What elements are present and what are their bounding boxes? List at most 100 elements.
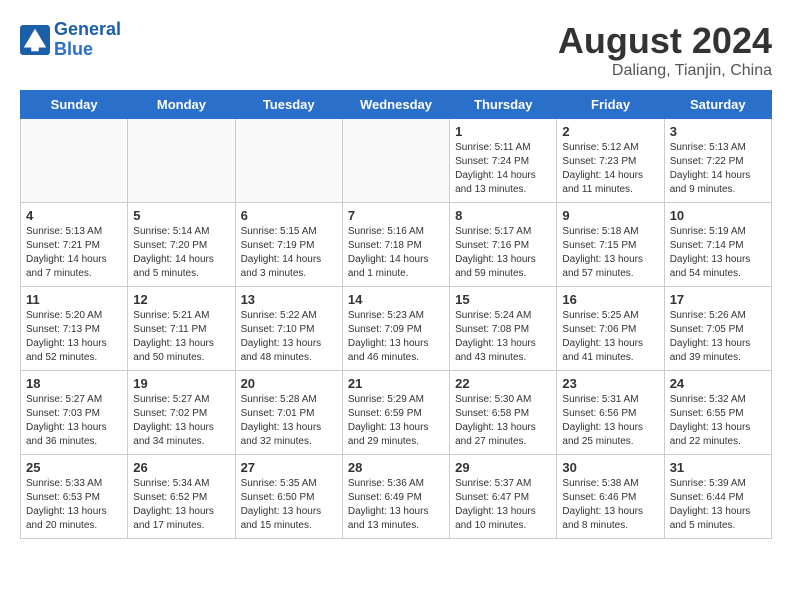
day-number: 25 (26, 460, 122, 475)
calendar-cell: 27 Sunrise: 5:35 AMSunset: 6:50 PMDayligh… (235, 455, 342, 539)
week-row-3: 11Sunrise: 5:20 AMSunset: 7:13 PMDayligh… (21, 287, 772, 371)
day-number: 26 (133, 460, 229, 475)
header-day-sunday: Sunday (21, 91, 128, 119)
day-info: Sunrise: 5:25 AMSunset: 7:06 PMDaylight:… (562, 309, 658, 365)
calendar-cell: 11Sunrise: 5:20 AMSunset: 7:13 PMDayligh… (21, 287, 128, 371)
day-info: Sunrise: 5:26 AMSunset: 7:05 PMDaylight:… (670, 309, 766, 365)
day-info: Sunrise: 5:11 AMSunset: 7:24 PMDaylight:… (455, 141, 551, 197)
day-number: 20 (241, 376, 337, 391)
page-header: General Blue August 2024 Daliang, Tianji… (20, 20, 772, 80)
day-number: 23 (562, 376, 658, 391)
calendar-cell: 8Sunrise: 5:17 AMSunset: 7:16 PMDaylight… (450, 203, 557, 287)
day-number: 6 (241, 208, 337, 223)
day-info: Sunrise: 5:19 AMSunset: 7:14 PMDaylight:… (670, 225, 766, 281)
day-info: Sunrise: 5:34 AMSunset: 6:52 PMDaylight:… (133, 477, 229, 533)
day-info: Sunrise: 5:27 AMSunset: 7:03 PMDaylight:… (26, 393, 122, 449)
calendar-cell: 22 Sunrise: 5:30 AMSunset: 6:58 PMDayligh… (450, 371, 557, 455)
calendar-cell: 13 Sunrise: 5:22 AMSunset: 7:10 PMDayligh… (235, 287, 342, 371)
logo-icon (20, 25, 50, 55)
day-number: 15 (455, 292, 551, 307)
day-info: Sunrise: 5:15 AMSunset: 7:19 PMDaylight:… (241, 225, 337, 281)
day-number: 22 (455, 376, 551, 391)
header-day-saturday: Saturday (664, 91, 771, 119)
calendar-cell: 26 Sunrise: 5:34 AMSunset: 6:52 PMDayligh… (128, 455, 235, 539)
day-info: Sunrise: 5:23 AMSunset: 7:09 PMDaylight:… (348, 309, 444, 365)
calendar-cell: 15 Sunrise: 5:24 AMSunset: 7:08 PMDayligh… (450, 287, 557, 371)
calendar-cell: 17 Sunrise: 5:26 AMSunset: 7:05 PMDayligh… (664, 287, 771, 371)
calendar-cell: 10 Sunrise: 5:19 AMSunset: 7:14 PMDayligh… (664, 203, 771, 287)
day-info: Sunrise: 5:12 AMSunset: 7:23 PMDaylight:… (562, 141, 658, 197)
day-info: Sunrise: 5:27 AMSunset: 7:02 PMDaylight:… (133, 393, 229, 449)
calendar-cell: 24 Sunrise: 5:32 AMSunset: 6:55 PMDayligh… (664, 371, 771, 455)
day-number: 10 (670, 208, 766, 223)
calendar-cell: 2Sunrise: 5:12 AMSunset: 7:23 PMDaylight… (557, 119, 664, 203)
day-info: Sunrise: 5:33 AMSunset: 6:53 PMDaylight:… (26, 477, 122, 533)
day-number: 12 (133, 292, 229, 307)
day-info: Sunrise: 5:30 AMSunset: 6:58 PMDaylight:… (455, 393, 551, 449)
header-row: SundayMondayTuesdayWednesdayThursdayFrid… (21, 91, 772, 119)
day-number: 21 (348, 376, 444, 391)
day-number: 13 (241, 292, 337, 307)
day-number: 1 (455, 124, 551, 139)
calendar-cell: 14 Sunrise: 5:23 AMSunset: 7:09 PMDayligh… (342, 287, 449, 371)
day-number: 17 (670, 292, 766, 307)
logo-line2: Blue (54, 39, 93, 59)
day-number: 9 (562, 208, 658, 223)
calendar-cell: 23 Sunrise: 5:31 AMSunset: 6:56 PMDayligh… (557, 371, 664, 455)
calendar-cell (21, 119, 128, 203)
day-info: Sunrise: 5:39 AMSunset: 6:44 PMDaylight:… (670, 477, 766, 533)
calendar-cell: 9Sunrise: 5:18 AMSunset: 7:15 PMDaylight… (557, 203, 664, 287)
calendar-cell: 5 Sunrise: 5:14 AMSunset: 7:20 PMDaylight… (128, 203, 235, 287)
calendar-cell (235, 119, 342, 203)
day-info: Sunrise: 5:31 AMSunset: 6:56 PMDaylight:… (562, 393, 658, 449)
title-block: August 2024 Daliang, Tianjin, China (558, 20, 772, 80)
calendar-cell: 6 Sunrise: 5:15 AMSunset: 7:19 PMDaylight… (235, 203, 342, 287)
logo-line1: General (54, 19, 121, 39)
day-info: Sunrise: 5:36 AMSunset: 6:49 PMDaylight:… (348, 477, 444, 533)
day-number: 28 (348, 460, 444, 475)
location: Daliang, Tianjin, China (558, 62, 772, 80)
day-info: Sunrise: 5:35 AMSunset: 6:50 PMDaylight:… (241, 477, 337, 533)
day-info: Sunrise: 5:38 AMSunset: 6:46 PMDaylight:… (562, 477, 658, 533)
day-info: Sunrise: 5:24 AMSunset: 7:08 PMDaylight:… (455, 309, 551, 365)
day-number: 11 (26, 292, 122, 307)
calendar-cell: 29 Sunrise: 5:37 AMSunset: 6:47 PMDayligh… (450, 455, 557, 539)
day-number: 24 (670, 376, 766, 391)
week-row-2: 4 Sunrise: 5:13 AMSunset: 7:21 PMDaylight… (21, 203, 772, 287)
calendar-cell: 25 Sunrise: 5:33 AMSunset: 6:53 PMDayligh… (21, 455, 128, 539)
day-info: Sunrise: 5:17 AMSunset: 7:16 PMDaylight:… (455, 225, 551, 281)
day-info: Sunrise: 5:37 AMSunset: 6:47 PMDaylight:… (455, 477, 551, 533)
day-number: 3 (670, 124, 766, 139)
day-number: 14 (348, 292, 444, 307)
calendar-cell: 7 Sunrise: 5:16 AMSunset: 7:18 PMDaylight… (342, 203, 449, 287)
day-number: 19 (133, 376, 229, 391)
calendar-cell (342, 119, 449, 203)
week-row-1: 1 Sunrise: 5:11 AMSunset: 7:24 PMDaylight… (21, 119, 772, 203)
day-info: Sunrise: 5:32 AMSunset: 6:55 PMDaylight:… (670, 393, 766, 449)
calendar-cell: 4 Sunrise: 5:13 AMSunset: 7:21 PMDaylight… (21, 203, 128, 287)
header-day-tuesday: Tuesday (235, 91, 342, 119)
calendar-cell: 18Sunrise: 5:27 AMSunset: 7:03 PMDayligh… (21, 371, 128, 455)
calendar-cell: 16 Sunrise: 5:25 AMSunset: 7:06 PMDayligh… (557, 287, 664, 371)
day-info: Sunrise: 5:16 AMSunset: 7:18 PMDaylight:… (348, 225, 444, 281)
header-day-friday: Friday (557, 91, 664, 119)
day-number: 5 (133, 208, 229, 223)
calendar-cell: 19 Sunrise: 5:27 AMSunset: 7:02 PMDayligh… (128, 371, 235, 455)
day-info: Sunrise: 5:14 AMSunset: 7:20 PMDaylight:… (133, 225, 229, 281)
day-info: Sunrise: 5:13 AMSunset: 7:22 PMDaylight:… (670, 141, 766, 197)
day-info: Sunrise: 5:13 AMSunset: 7:21 PMDaylight:… (26, 225, 122, 281)
day-number: 29 (455, 460, 551, 475)
day-number: 7 (348, 208, 444, 223)
calendar-cell: 28 Sunrise: 5:36 AMSunset: 6:49 PMDayligh… (342, 455, 449, 539)
calendar-cell: 20 Sunrise: 5:28 AMSunset: 7:01 PMDayligh… (235, 371, 342, 455)
calendar-table: SundayMondayTuesdayWednesdayThursdayFrid… (20, 90, 772, 539)
day-number: 16 (562, 292, 658, 307)
day-number: 30 (562, 460, 658, 475)
week-row-5: 25 Sunrise: 5:33 AMSunset: 6:53 PMDayligh… (21, 455, 772, 539)
day-number: 4 (26, 208, 122, 223)
day-info: Sunrise: 5:28 AMSunset: 7:01 PMDaylight:… (241, 393, 337, 449)
day-info: Sunrise: 5:22 AMSunset: 7:10 PMDaylight:… (241, 309, 337, 365)
calendar-cell: 21Sunrise: 5:29 AMSunset: 6:59 PMDayligh… (342, 371, 449, 455)
calendar-cell: 3 Sunrise: 5:13 AMSunset: 7:22 PMDaylight… (664, 119, 771, 203)
day-number: 27 (241, 460, 337, 475)
